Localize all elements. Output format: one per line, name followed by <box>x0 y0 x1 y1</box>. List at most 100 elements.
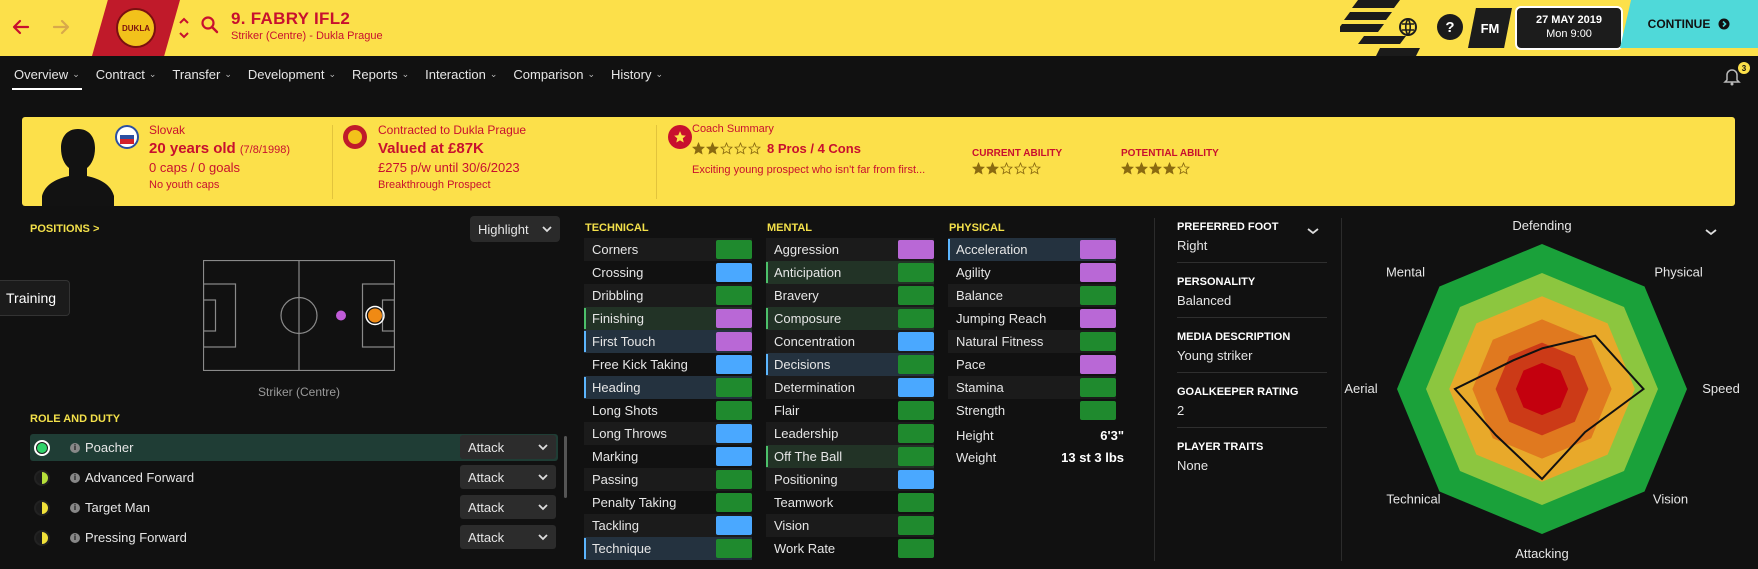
attribute-value-box <box>898 309 934 328</box>
attribute-row[interactable]: Dribbling <box>584 284 752 307</box>
player-subtitle: Striker (Centre) - Dukla Prague <box>231 30 383 42</box>
info-icon[interactable]: i <box>70 502 80 513</box>
attribute-row[interactable]: Composure <box>766 307 934 330</box>
star-icon <box>720 142 733 155</box>
attribute-row[interactable]: Decisions <box>766 353 934 376</box>
tab-overview[interactable]: Overview ⌄ <box>6 56 88 92</box>
attribute-value-box <box>898 378 934 397</box>
attribute-row[interactable]: Free Kick Taking <box>584 353 752 376</box>
attribute-row[interactable]: Corners <box>584 238 752 261</box>
contract-label[interactable]: Contracted to Dukla Prague <box>378 123 526 137</box>
attribute-row[interactable]: Anticipation <box>766 261 934 284</box>
role-row[interactable]: i Advanced Forward Attack <box>30 464 558 491</box>
tab-transfer[interactable]: Transfer ⌄ <box>164 56 239 92</box>
training-side-tab[interactable]: Training <box>0 280 70 316</box>
roles-scrollbar[interactable] <box>564 436 567 498</box>
attribute-row[interactable]: First Touch <box>584 330 752 353</box>
goalkeeper-rating-block: GOALKEEPER RATING 2 <box>1177 386 1327 428</box>
duty-dropdown[interactable]: Attack <box>460 495 556 519</box>
tab-interaction[interactable]: Interaction ⌄ <box>417 56 505 92</box>
attribute-name: Jumping Reach <box>956 311 1047 326</box>
player-prev-next[interactable] <box>178 14 190 47</box>
help-icon[interactable]: ? <box>1437 14 1463 40</box>
info-icon[interactable]: i <box>70 442 80 453</box>
star-icon <box>706 142 719 155</box>
attribute-row[interactable]: Strength <box>948 399 1116 422</box>
attribute-row[interactable]: Concentration <box>766 330 934 353</box>
attribute-row[interactable]: Long Shots <box>584 399 752 422</box>
attribute-row[interactable]: Leadership <box>766 422 934 445</box>
attribute-row[interactable]: Jumping Reach <box>948 307 1116 330</box>
tab-comparison[interactable]: Comparison ⌄ <box>505 56 603 92</box>
physical-title: PHYSICAL <box>949 222 1005 234</box>
attribute-row[interactable]: Long Throws <box>584 422 752 445</box>
fm-menu-button[interactable]: FM <box>1468 8 1512 48</box>
role-row[interactable]: i Pressing Forward Attack <box>30 524 558 551</box>
attribute-row[interactable]: Crossing <box>584 261 752 284</box>
attribute-value-box <box>1080 240 1116 259</box>
club-small-badge-icon[interactable] <box>343 125 367 149</box>
nationality[interactable]: Slovak <box>149 123 290 137</box>
attribute-row[interactable]: Positioning <box>766 468 934 491</box>
attribute-name: Corners <box>592 242 639 257</box>
media-description-block: MEDIA DESCRIPTION Young striker <box>1177 331 1327 373</box>
attribute-row[interactable]: Tackling <box>584 514 752 537</box>
attribute-row[interactable]: Passing <box>584 468 752 491</box>
chevron-down-icon[interactable] <box>1705 228 1717 236</box>
role-row[interactable]: i Target Man Attack <box>30 494 558 521</box>
attribute-value-box <box>898 516 934 535</box>
duty-dropdown[interactable]: Attack <box>460 465 556 489</box>
positions-link[interactable]: POSITIONS > <box>30 223 99 235</box>
duty-dropdown[interactable]: Attack <box>460 525 556 549</box>
date-label: 27 MAY 2019 <box>1535 14 1603 26</box>
tab-development[interactable]: Development ⌄ <box>240 56 344 92</box>
attribute-row[interactable]: Marking <box>584 445 752 468</box>
attribute-name: Long Shots <box>592 403 658 418</box>
attribute-row[interactable]: Natural Fitness <box>948 330 1116 353</box>
globe-icon[interactable] <box>1395 14 1421 40</box>
duty-dropdown[interactable]: Attack <box>460 435 556 459</box>
forward-arrow-icon[interactable] <box>46 12 76 42</box>
role-name: Pressing Forward <box>85 530 187 545</box>
attribute-row[interactable]: Flair <box>766 399 934 422</box>
role-row[interactable]: i Poacher Attack <box>30 434 558 461</box>
chevron-down-icon[interactable] <box>1307 227 1319 235</box>
attribute-row[interactable]: Heading <box>584 376 752 399</box>
date-display[interactable]: 27 MAY 2019 Mon 9:00 <box>1515 6 1623 50</box>
back-arrow-icon[interactable] <box>6 12 36 42</box>
attribute-row[interactable]: Balance <box>948 284 1116 307</box>
attribute-value-box <box>1080 286 1116 305</box>
search-icon[interactable] <box>200 15 220 40</box>
attribute-row[interactable]: Determination <box>766 376 934 399</box>
attribute-row[interactable]: Penalty Taking <box>584 491 752 514</box>
chevron-down-icon <box>538 474 548 481</box>
attribute-row[interactable]: Bravery <box>766 284 934 307</box>
attribute-row[interactable]: Acceleration <box>948 238 1116 261</box>
attribute-row[interactable]: Agility <box>948 261 1116 284</box>
tab-history[interactable]: History ⌄ <box>603 56 671 92</box>
tab-reports[interactable]: Reports ⌄ <box>344 56 417 92</box>
attribute-row[interactable]: Work Rate <box>766 537 934 560</box>
attribute-row[interactable]: Aggression <box>766 238 934 261</box>
attribute-row[interactable]: Off The Ball <box>766 445 934 468</box>
attribute-row[interactable]: Technique <box>584 537 752 560</box>
attribute-row[interactable]: Finishing <box>584 307 752 330</box>
info-icon[interactable]: i <box>70 472 80 483</box>
mental-attributes: Aggression Anticipation Bravery Composure Co… <box>766 238 934 560</box>
player-traits-block: PLAYER TRAITS None <box>1177 441 1327 473</box>
club-crest[interactable]: DUKLA <box>92 0 180 56</box>
coach-summary-block[interactable]: Coach Summary 8 Pros / 4 Cons Exciting y… <box>692 123 925 176</box>
tab-contract[interactable]: Contract ⌄ <box>88 56 165 92</box>
chevron-down-icon: ⌄ <box>224 68 232 79</box>
attribute-row[interactable]: Stamina <box>948 376 1116 399</box>
attribute-row[interactable]: Teamwork <box>766 491 934 514</box>
attribute-row[interactable]: Pace <box>948 353 1116 376</box>
attribute-name: Penalty Taking <box>592 495 677 510</box>
nation-flag-icon[interactable] <box>115 125 139 149</box>
continue-button[interactable]: CONTINUE <box>1620 0 1758 48</box>
info-icon[interactable]: i <box>70 532 80 543</box>
caps: 0 caps / 0 goals <box>149 160 241 175</box>
highlight-dropdown[interactable]: Highlight <box>470 216 560 242</box>
notifications-bell-icon[interactable]: 3 <box>1722 62 1750 86</box>
attribute-row[interactable]: Vision <box>766 514 934 537</box>
